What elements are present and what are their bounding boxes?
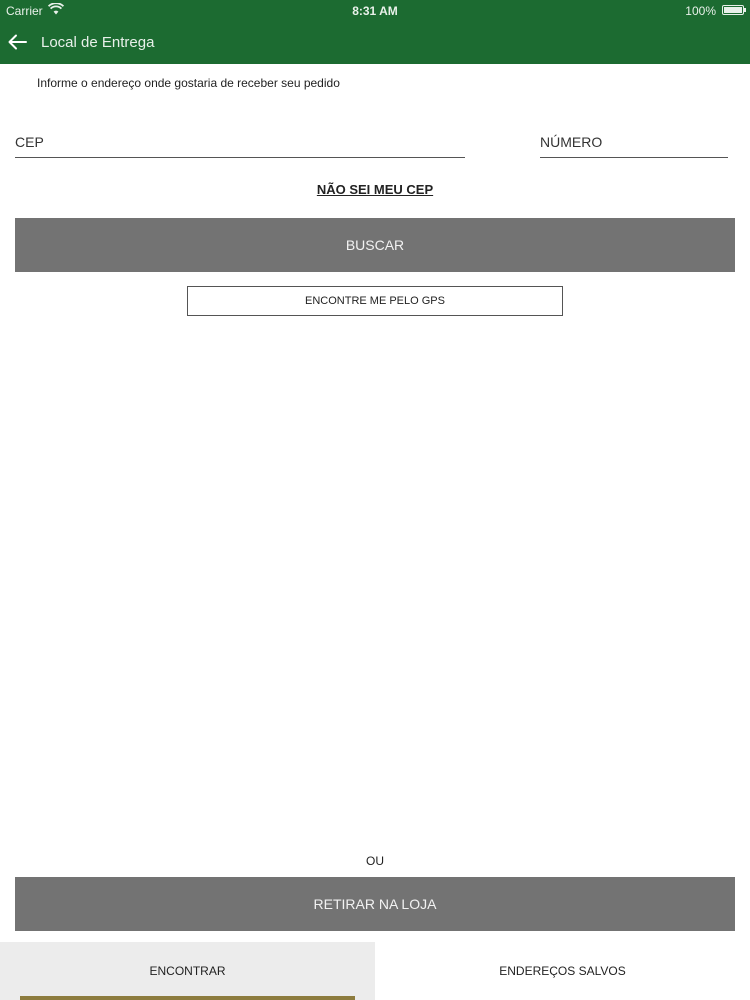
arrow-left-icon[interactable]: [6, 31, 28, 53]
tab-enderecos-salvos-label: ENDEREÇOS SALVOS: [499, 964, 626, 978]
navigation-bar: Local de Entrega: [0, 22, 750, 64]
numero-input[interactable]: [540, 130, 728, 154]
pickup-in-store-button[interactable]: RETIRAR NA LOJA: [15, 877, 735, 931]
find-by-gps-button[interactable]: ENCONTRE ME PELO GPS: [187, 286, 563, 316]
dont-know-cep-link[interactable]: NÃO SEI MEU CEP: [0, 182, 750, 197]
app-header: Carrier 8:31 AM 100% Local de Entrega: [0, 0, 750, 64]
numero-underline: [540, 157, 728, 158]
cep-field: [15, 130, 465, 158]
status-time: 8:31 AM: [352, 4, 398, 18]
page-title: Local de Entrega: [41, 34, 155, 51]
tab-enderecos-salvos[interactable]: ENDEREÇOS SALVOS: [375, 942, 750, 1000]
battery-icon: [722, 5, 746, 15]
tab-encontrar-label: ENCONTRAR: [149, 964, 226, 978]
cep-input[interactable]: [15, 130, 465, 154]
status-bar: Carrier 8:31 AM 100%: [0, 0, 750, 22]
numero-field: [540, 130, 728, 158]
bottom-tabs: ENCONTRAR ENDEREÇOS SALVOS: [0, 942, 750, 1000]
search-button[interactable]: BUSCAR: [15, 218, 735, 272]
tab-encontrar[interactable]: ENCONTRAR: [0, 942, 375, 1000]
instruction-text: Informe o endereço onde gostaria de rece…: [37, 76, 340, 90]
or-separator: OU: [366, 854, 384, 868]
cep-underline: [15, 157, 465, 158]
active-tab-indicator: [20, 996, 355, 1000]
battery-percentage: 100%: [685, 4, 716, 18]
